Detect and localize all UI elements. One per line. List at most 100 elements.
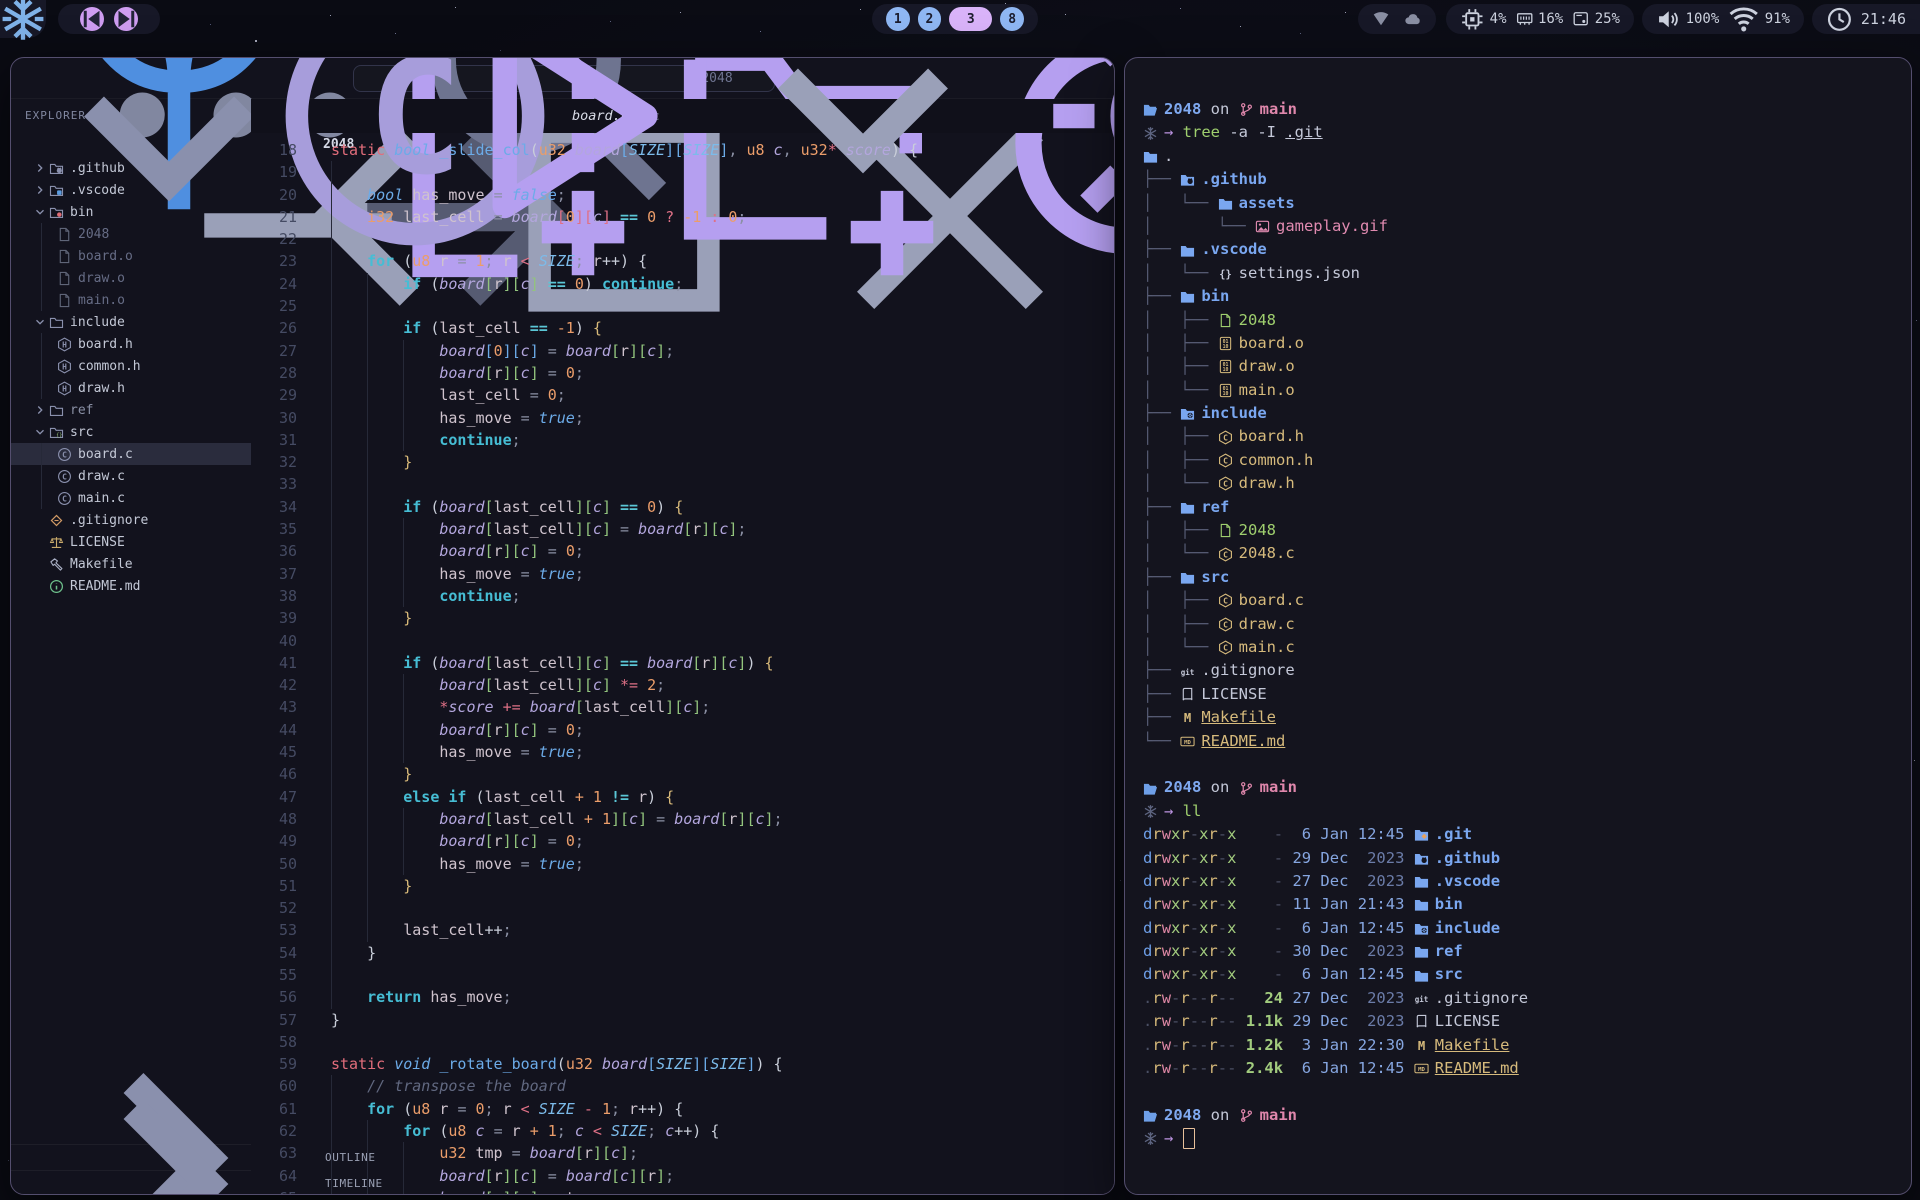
line-number: 22 <box>251 228 297 250</box>
media-next-button[interactable] <box>114 7 138 31</box>
code-line-30[interactable]: 30 has_move = true; <box>251 407 1114 429</box>
code-line-58[interactable]: 58 <box>251 1031 1114 1053</box>
code-line-24[interactable]: 24 if (board[r][c] == 0) continue; <box>251 273 1114 295</box>
code-line-59[interactable]: 59static void _rotate_board(u32 board[SI… <box>251 1053 1114 1075</box>
explorer-item-LICENSE[interactable]: LICENSE <box>11 531 251 553</box>
code-line-33[interactable]: 33 <box>251 473 1114 495</box>
code-line-41[interactable]: 41 if (board[last_cell][c] == board[r][c… <box>251 652 1114 674</box>
code-line-45[interactable]: 45 has_move = true; <box>251 741 1114 763</box>
code-line-21[interactable]: 21 i32 last_cell = board[0][c] == 0 ? -1… <box>251 206 1114 228</box>
explorer-item-main.c[interactable]: Cmain.c <box>11 487 251 509</box>
code-line-25[interactable]: 25 <box>251 295 1114 317</box>
explorer-item-include[interactable]: include <box>11 311 251 333</box>
code-line-42[interactable]: 42 board[last_cell][c] *= 2; <box>251 674 1114 696</box>
line-number: 55 <box>251 964 297 986</box>
code-line-46[interactable]: 46 } <box>251 763 1114 785</box>
explorer-item-common.h[interactable]: Hcommon.h <box>11 355 251 377</box>
code-line-29[interactable]: 29 last_cell = 0; <box>251 384 1114 406</box>
code-line-38[interactable]: 38 continue; <box>251 585 1114 607</box>
explorer-item-Makefile[interactable]: Makefile <box>11 553 251 575</box>
workspace-3-active[interactable]: 3 <box>949 7 992 31</box>
code-line-23[interactable]: 23 for (u8 r = 1; r < SIZE; r++) { <box>251 250 1114 272</box>
tree-entry-name: gameplay.gif <box>1276 215 1388 238</box>
tree-entry-name: .github <box>1201 168 1266 191</box>
ll-entry-icon <box>1414 897 1429 912</box>
permissions: .rw-r--r-- <box>1143 1034 1236 1057</box>
explorer-item-README.md[interactable]: README.md <box>11 575 251 597</box>
explorer-item-bin[interactable]: bin <box>11 201 251 223</box>
code-line-19[interactable]: 19 <box>251 161 1114 183</box>
ll-row-ref: drwxr-xr-x - 30 Dec 2023 ref <box>1143 940 1911 963</box>
ll-entry-icon <box>1414 874 1429 889</box>
explorer-item-main.o[interactable]: main.o <box>11 289 251 311</box>
wifi-value: 91% <box>1765 11 1790 27</box>
permissions: drwxr-xr-x <box>1143 823 1236 846</box>
code-line-37[interactable]: 37 has_move = true; <box>251 563 1114 585</box>
explorer-item-board.h[interactable]: Hboard.h <box>11 333 251 355</box>
ll-entry-name: .github <box>1435 847 1500 870</box>
nix-shell-icon <box>1143 804 1158 819</box>
explorer-item-label: 2048 <box>78 227 109 242</box>
nixos-menu-button[interactable] <box>0 0 46 38</box>
code-line-55[interactable]: 55 <box>251 964 1114 986</box>
explorer-item-board.c[interactable]: Cboard.c <box>11 443 251 465</box>
code-line-47[interactable]: 47 else if (last_cell + 1 != r) { <box>251 786 1114 808</box>
code-line-48[interactable]: 48 board[last_cell + 1][c] = board[r][c]… <box>251 808 1114 830</box>
code-line-36[interactable]: 36 board[r][c] = 0; <box>251 540 1114 562</box>
explorer-item-src[interactable]: {}src <box>11 421 251 443</box>
code-line-54[interactable]: 54 } <box>251 942 1114 964</box>
explorer-item-.vscode[interactable]: .vscode <box>11 179 251 201</box>
code-line-31[interactable]: 31 continue; <box>251 429 1114 451</box>
code-line-62[interactable]: 62 for (u8 c = r + 1; c < SIZE; c++) { <box>251 1120 1114 1142</box>
ll-row-.gitignore: .rw-r--r-- 24 27 Dec 2023 git.gitignore <box>1143 987 1911 1010</box>
timeline-panel[interactable]: TIMELINE <box>11 1170 251 1195</box>
explorer-item-board.o[interactable]: board.o <box>11 245 251 267</box>
code-line-56[interactable]: 56 return has_move; <box>251 986 1114 1008</box>
code-line-51[interactable]: 51 } <box>251 875 1114 897</box>
tray-network-icon[interactable] <box>1372 10 1390 28</box>
code-line-39[interactable]: 39 } <box>251 607 1114 629</box>
media-prev-button[interactable] <box>80 7 104 31</box>
terminal-window[interactable]: 2048 on main→ tree -a -I .git.├── .githu… <box>1124 57 1912 1195</box>
code-line-28[interactable]: 28 board[r][c] = 0; <box>251 362 1114 384</box>
code-line-22[interactable]: 22 <box>251 228 1114 250</box>
explorer-item-draw.c[interactable]: Cdraw.c <box>11 465 251 487</box>
code-line-50[interactable]: 50 has_move = true; <box>251 853 1114 875</box>
code-line-57[interactable]: 57} <box>251 1009 1114 1031</box>
explorer-item-draw.h[interactable]: Hdraw.h <box>11 377 251 399</box>
workspace-8[interactable]: 8 <box>1000 7 1024 31</box>
code-line-34[interactable]: 34 if (board[last_cell][c] == 0) { <box>251 496 1114 518</box>
code-line-65[interactable]: 65 board[c][r] = tmp; <box>251 1187 1114 1195</box>
explorer-root-folder[interactable]: 2048 <box>11 131 251 157</box>
svg-text:C: C <box>62 494 67 503</box>
ll-row-bin: drwxr-xr-x - 11 Jan 21:43 bin <box>1143 893 1911 916</box>
code-line-53[interactable]: 53 last_cell++; <box>251 919 1114 941</box>
explorer-item-2048[interactable]: 2048 <box>11 223 251 245</box>
workspace-1[interactable]: 1 <box>886 7 910 31</box>
code-line-40[interactable]: 40 <box>251 630 1114 652</box>
workspace-2[interactable]: 2 <box>918 7 942 31</box>
explorer-item-ref[interactable]: ref <box>11 399 251 421</box>
code-line-20[interactable]: 20 bool has_move = false; <box>251 184 1114 206</box>
code-line-27[interactable]: 27 board[0][c] = board[r][c]; <box>251 340 1114 362</box>
code-line-32[interactable]: 32 } <box>251 451 1114 473</box>
code-line-44[interactable]: 44 board[r][c] = 0; <box>251 719 1114 741</box>
code-line-63[interactable]: 63 u32 tmp = board[r][c]; <box>251 1142 1114 1164</box>
code-line-61[interactable]: 61 for (u8 r = 0; r < SIZE - 1; r++) { <box>251 1098 1114 1120</box>
code-line-64[interactable]: 64 board[r][c] = board[c][r]; <box>251 1165 1114 1187</box>
file-type-icon: H <box>57 337 72 352</box>
code-line-49[interactable]: 49 board[r][c] = 0; <box>251 830 1114 852</box>
code-line-26[interactable]: 26 if (last_cell == -1) { <box>251 317 1114 339</box>
explorer-item-draw.o[interactable]: draw.o <box>11 267 251 289</box>
code-line-35[interactable]: 35 board[last_cell][c] = board[r][c]; <box>251 518 1114 540</box>
code-line-18[interactable]: 18static bool _slide_col(u32 board[SIZE]… <box>251 139 1114 161</box>
explorer-item-.github[interactable]: .github <box>11 157 251 179</box>
code-line-43[interactable]: 43 *score += board[last_cell][c]; <box>251 696 1114 718</box>
code-line-52[interactable]: 52 <box>251 897 1114 919</box>
code-line-60[interactable]: 60 // transpose the board <box>251 1075 1114 1097</box>
ll-entry-icon <box>1414 851 1429 866</box>
explorer-item-.gitignore[interactable]: .gitignore <box>11 509 251 531</box>
code-editor[interactable]: 18static bool _slide_col(u32 board[SIZE]… <box>251 133 1114 1195</box>
tray-cloud-icon[interactable] <box>1404 10 1422 28</box>
line-number: 63 <box>251 1142 297 1164</box>
